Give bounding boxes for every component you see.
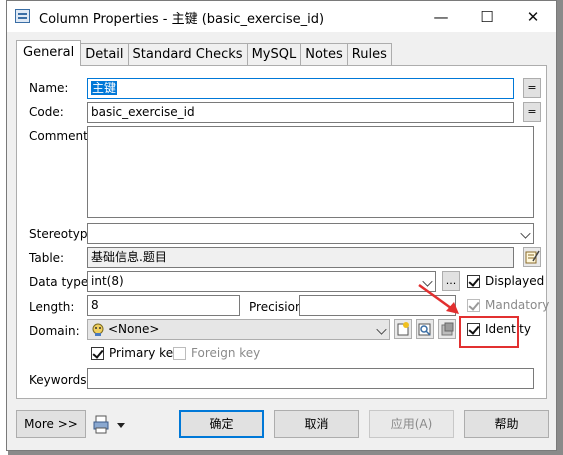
comment-textarea[interactable] xyxy=(87,126,534,218)
domain-properties-button[interactable] xyxy=(416,319,434,339)
length-field[interactable]: 8 xyxy=(87,295,240,316)
tab-strip: General Detail Standard Checks MySQL Not… xyxy=(16,40,392,66)
domain-label: Domain: xyxy=(29,324,80,338)
code-field[interactable]: basic_exercise_id xyxy=(87,102,514,123)
tab-rules[interactable]: Rules xyxy=(346,43,392,66)
column-properties-icon xyxy=(15,9,30,23)
datatype-value: int(8) xyxy=(91,274,124,288)
browse-icon xyxy=(441,322,454,336)
properties-icon xyxy=(418,323,431,336)
new-domain-icon xyxy=(397,322,409,336)
name-value: 主键 xyxy=(91,81,118,95)
tab-notes[interactable]: Notes xyxy=(300,43,348,66)
table-label: Table: xyxy=(29,251,65,265)
tab-standard-checks[interactable]: Standard Checks xyxy=(127,43,248,66)
foreign-key-label: Foreign key xyxy=(191,346,261,360)
keywords-label: Keywords: xyxy=(29,373,91,387)
cancel-button[interactable]: 取消 xyxy=(274,410,359,438)
print-icon xyxy=(93,415,125,434)
chevron-down-icon xyxy=(520,228,531,239)
table-field: 基础信息.题目 xyxy=(87,247,514,268)
primary-key-label: Primary key xyxy=(109,346,181,360)
edit-table-button[interactable] xyxy=(523,247,541,267)
name-code-sync-button[interactable]: = xyxy=(523,78,541,98)
primary-key-checkbox[interactable] xyxy=(91,347,104,360)
close-button[interactable]: ✕ xyxy=(510,1,556,32)
datatype-label: Data type: xyxy=(29,275,93,289)
keywords-field[interactable] xyxy=(87,368,534,389)
maximize-button[interactable]: ☐ xyxy=(464,1,510,32)
foreign-key-checkbox[interactable] xyxy=(173,347,186,360)
help-button[interactable]: 帮助 xyxy=(464,410,549,438)
mandatory-label: Mandatory xyxy=(485,298,550,312)
name-field[interactable]: 主键 xyxy=(87,78,514,99)
tab-general[interactable]: General xyxy=(16,40,82,66)
displayed-label: Displayed xyxy=(485,274,545,288)
comment-label: Comment: xyxy=(29,129,92,143)
edit-icon xyxy=(525,250,540,264)
identity-highlight-box xyxy=(459,316,519,348)
ok-button[interactable]: 确定 xyxy=(179,410,264,438)
tab-mysql[interactable]: MySQL xyxy=(246,43,302,66)
tab-detail[interactable]: Detail xyxy=(80,43,129,66)
domain-icon xyxy=(92,323,104,336)
print-menu-button[interactable] xyxy=(93,414,129,436)
stereotype-combo[interactable] xyxy=(87,223,534,244)
chevron-down-icon xyxy=(376,324,387,335)
datatype-combo[interactable]: int(8) xyxy=(87,271,436,292)
domain-browse-button[interactable] xyxy=(438,319,456,339)
domain-value: <None> xyxy=(108,322,160,336)
name-label: Name: xyxy=(29,81,69,95)
code-label: Code: xyxy=(29,105,64,119)
window-title: Column Properties - 主键 (basic_exercise_i… xyxy=(39,12,325,27)
annotation-arrow-icon xyxy=(418,283,459,314)
minimize-button[interactable]: — xyxy=(418,1,464,32)
length-label: Length: xyxy=(29,300,75,314)
precision-label: Precision: xyxy=(249,300,307,314)
general-panel: Name: 主键 = Code: basic_exercise_id = Com… xyxy=(16,65,550,399)
more-button[interactable]: More >> xyxy=(16,410,86,438)
domain-combo[interactable]: <None> xyxy=(87,319,390,340)
apply-button[interactable]: 应用(A) xyxy=(369,410,454,438)
title-bar: Column Properties - 主键 (basic_exercise_i… xyxy=(7,1,556,32)
new-domain-button[interactable] xyxy=(394,319,412,339)
code-name-sync-button[interactable]: = xyxy=(523,102,541,122)
column-properties-dialog: Column Properties - 主键 (basic_exercise_i… xyxy=(6,0,557,451)
